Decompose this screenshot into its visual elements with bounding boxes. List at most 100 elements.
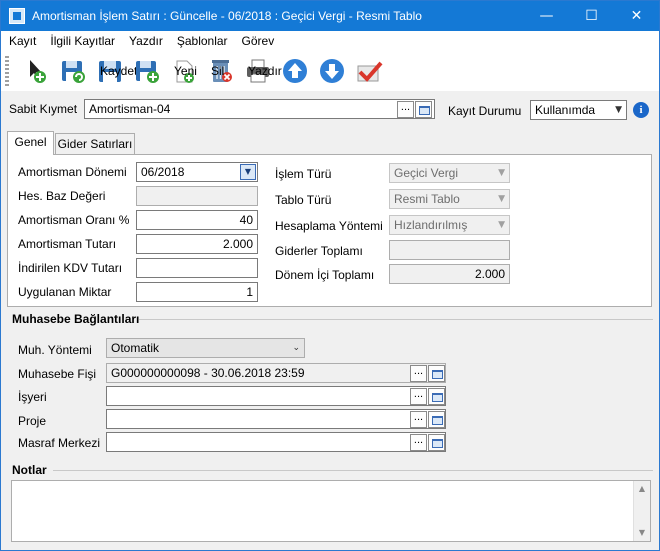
save-button[interactable]: Kaydet — [93, 53, 137, 89]
title-bar: Amortisman İşlem Satırı : Güncelle - 06/… — [1, 1, 659, 31]
calc-method-label: Hesaplama Yöntemi — [275, 219, 383, 233]
voucher-list-button[interactable] — [428, 365, 445, 382]
cost-center-lookup-button[interactable]: ... — [410, 434, 427, 451]
base-value-label: Hes. Baz Değeri — [18, 189, 106, 203]
workplace-lookup-button[interactable]: ... — [410, 388, 427, 405]
quantity-label: Uygulanan Miktar — [18, 285, 112, 299]
asset-field[interactable]: Amortisman-04 — [84, 99, 435, 119]
operation-type-label: İşlem Türü — [275, 167, 332, 181]
delete-button[interactable]: Sil — [204, 53, 238, 89]
save-add-icon — [133, 57, 161, 85]
notes-section-title: Notlar — [12, 463, 47, 477]
expense-total-field — [389, 240, 510, 260]
calendar-dropdown-icon[interactable]: ▼ — [240, 164, 256, 180]
menu-ilgili-kayitlar[interactable]: İlgili Kayıtlar — [43, 34, 122, 48]
base-value-field — [136, 186, 258, 206]
expense-total-label: Giderler Toplamı — [275, 244, 363, 258]
app-icon — [9, 8, 25, 24]
table-type-value: Resmi Tablo — [394, 192, 460, 206]
menu-gorev[interactable]: Görev — [235, 34, 282, 48]
move-up-button[interactable] — [278, 53, 312, 89]
amount-label: Amortisman Tutarı — [18, 237, 117, 251]
calc-method-value: Hızlandırılmış — [394, 218, 468, 232]
print-button[interactable]: Yazdır — [241, 53, 282, 89]
minimize-button[interactable]: — — [524, 1, 569, 31]
accounting-method-value: Otomatik — [111, 341, 160, 355]
accounting-section-title: Muhasebe Bağlantıları — [12, 312, 140, 326]
notes-textarea[interactable]: ▲ ▼ — [11, 480, 651, 542]
save-add-button[interactable] — [130, 53, 164, 89]
project-lookup-button[interactable]: ... — [410, 411, 427, 428]
workplace-list-button[interactable] — [428, 388, 445, 405]
project-list-button[interactable] — [428, 411, 445, 428]
chevron-down-icon: ⌄ — [292, 343, 300, 353]
save-and-new-icon — [59, 57, 87, 85]
project-label: Proje — [18, 414, 47, 428]
table-type-select: Resmi Tablo ▼ — [389, 189, 510, 209]
period-total-field: 2.000 — [389, 264, 510, 284]
toolbar-grip — [5, 56, 9, 86]
asset-lookup-button[interactable]: ... — [397, 101, 414, 118]
period-total-label: Dönem İçi Toplamı — [275, 268, 375, 282]
voucher-field: G000000000098 - 30.06.2018 23:59 — [106, 363, 446, 383]
period-value: 06/2018 — [141, 165, 185, 179]
scroll-up-icon[interactable]: ▲ — [634, 481, 650, 497]
menu-bar: Kayıt İlgili Kayıtlar Yazdır Şablonlar G… — [1, 31, 659, 51]
accounting-method-label: Muh. Yöntemi — [18, 343, 92, 357]
new-record-button[interactable] — [19, 53, 53, 89]
print-label: Yazdır — [248, 64, 282, 78]
project-field[interactable] — [106, 409, 446, 429]
quantity-field[interactable]: 1 — [136, 282, 258, 302]
arrow-down-icon — [318, 57, 346, 85]
calc-method-select: Hızlandırılmış ▼ — [389, 215, 510, 235]
operation-type-select: Geçici Vergi ▼ — [389, 163, 510, 183]
new-record-icon — [22, 57, 50, 85]
save-label: Kaydet — [100, 64, 138, 78]
close-button[interactable]: ✕ — [614, 1, 659, 31]
approve-icon — [355, 57, 383, 85]
window-title: Amortisman İşlem Satırı : Güncelle - 06/… — [32, 9, 422, 23]
workplace-label: İşyeri — [18, 390, 47, 404]
kdv-label: İndirilen KDV Tutarı — [18, 261, 123, 275]
info-icon[interactable]: i — [633, 102, 649, 118]
rate-label: Amortisman Oranı % — [18, 213, 130, 227]
accounting-divider — [139, 319, 653, 320]
notes-scrollbar[interactable]: ▲ ▼ — [633, 481, 650, 541]
asset-label: Sabit Kıymet — [9, 102, 78, 116]
maximize-button[interactable]: ☐ — [569, 1, 614, 31]
tab-gider-satirlari[interactable]: Gider Satırları — [55, 133, 135, 155]
chevron-down-icon: ▼ — [498, 220, 505, 230]
chevron-down-icon: ▼ — [498, 168, 505, 178]
menu-sablonlar[interactable]: Şablonlar — [170, 34, 235, 48]
rate-field[interactable]: 40 — [136, 210, 258, 230]
delete-label: Sil — [211, 64, 225, 78]
voucher-lookup-button[interactable]: ... — [410, 365, 427, 382]
amount-field[interactable]: 2.000 — [136, 234, 258, 254]
kdv-field[interactable] — [136, 258, 258, 278]
new-label: Yeni — [174, 64, 197, 78]
approve-button[interactable] — [352, 53, 386, 89]
scroll-down-icon[interactable]: ▼ — [634, 525, 650, 541]
arrow-up-icon — [281, 57, 309, 85]
operation-type-value: Geçici Vergi — [394, 166, 459, 180]
table-type-label: Tablo Türü — [275, 193, 332, 207]
main-window: Amortisman İşlem Satırı : Güncelle - 06/… — [0, 0, 660, 551]
menu-kayit[interactable]: Kayıt — [1, 34, 43, 48]
chevron-down-icon: ▼ — [615, 105, 622, 115]
menu-yazdir[interactable]: Yazdır — [122, 34, 170, 48]
period-label: Amortisman Dönemi — [18, 165, 127, 179]
record-status-select[interactable]: Kullanımda ▼ — [530, 100, 627, 120]
accounting-method-select[interactable]: Otomatik ⌄ — [106, 338, 305, 358]
notes-divider — [53, 470, 653, 471]
cost-center-field[interactable] — [106, 432, 446, 452]
save-and-new-button[interactable] — [56, 53, 90, 89]
workplace-field[interactable] — [106, 386, 446, 406]
toolbar: Kaydet Yeni Sil Yazdır — [1, 51, 659, 91]
cost-center-label: Masraf Merkezi — [18, 436, 101, 450]
asset-list-button[interactable] — [415, 101, 432, 118]
cost-center-list-button[interactable] — [428, 434, 445, 451]
move-down-button[interactable] — [315, 53, 349, 89]
tab-genel[interactable]: Genel — [7, 131, 54, 155]
period-select[interactable]: 06/2018 ▼ — [136, 162, 258, 182]
new-button[interactable]: Yeni — [167, 53, 201, 89]
